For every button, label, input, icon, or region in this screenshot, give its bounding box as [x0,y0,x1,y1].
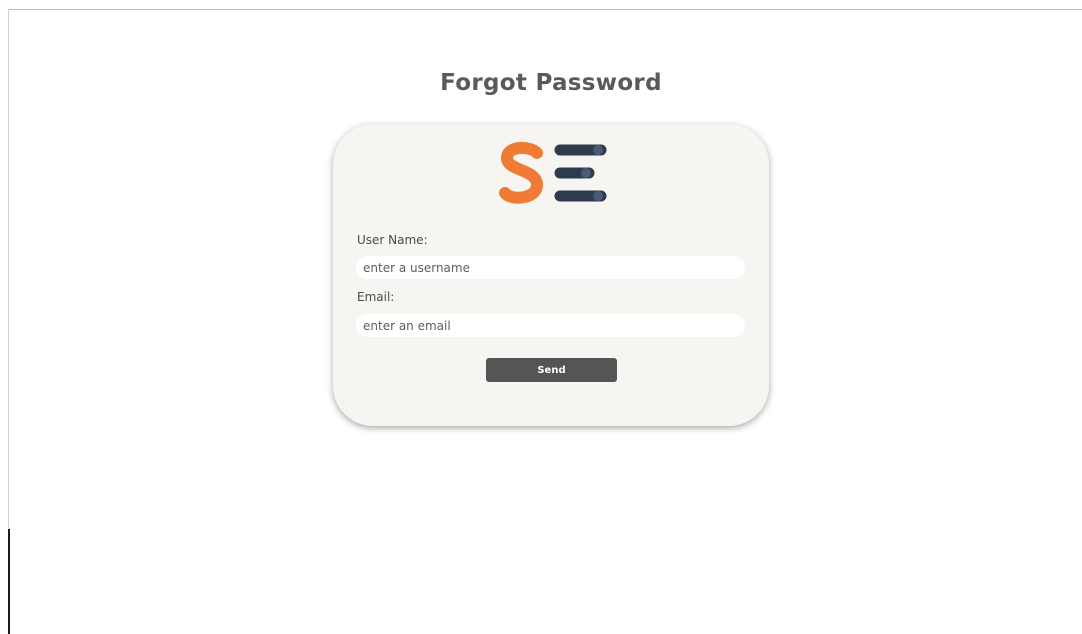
window-left-edge [8,529,10,634]
username-label: User Name: [357,233,428,247]
se-logo-icon [499,142,607,204]
window-top-border [8,9,1082,10]
email-input[interactable] [356,314,745,337]
logo-letter-s [499,142,544,204]
send-button[interactable]: Send [486,358,617,382]
email-label: Email: [357,290,395,304]
username-input[interactable] [356,256,745,279]
forgot-password-card: User Name: Email: Send [333,124,769,426]
page-title: Forgot Password [440,70,662,96]
